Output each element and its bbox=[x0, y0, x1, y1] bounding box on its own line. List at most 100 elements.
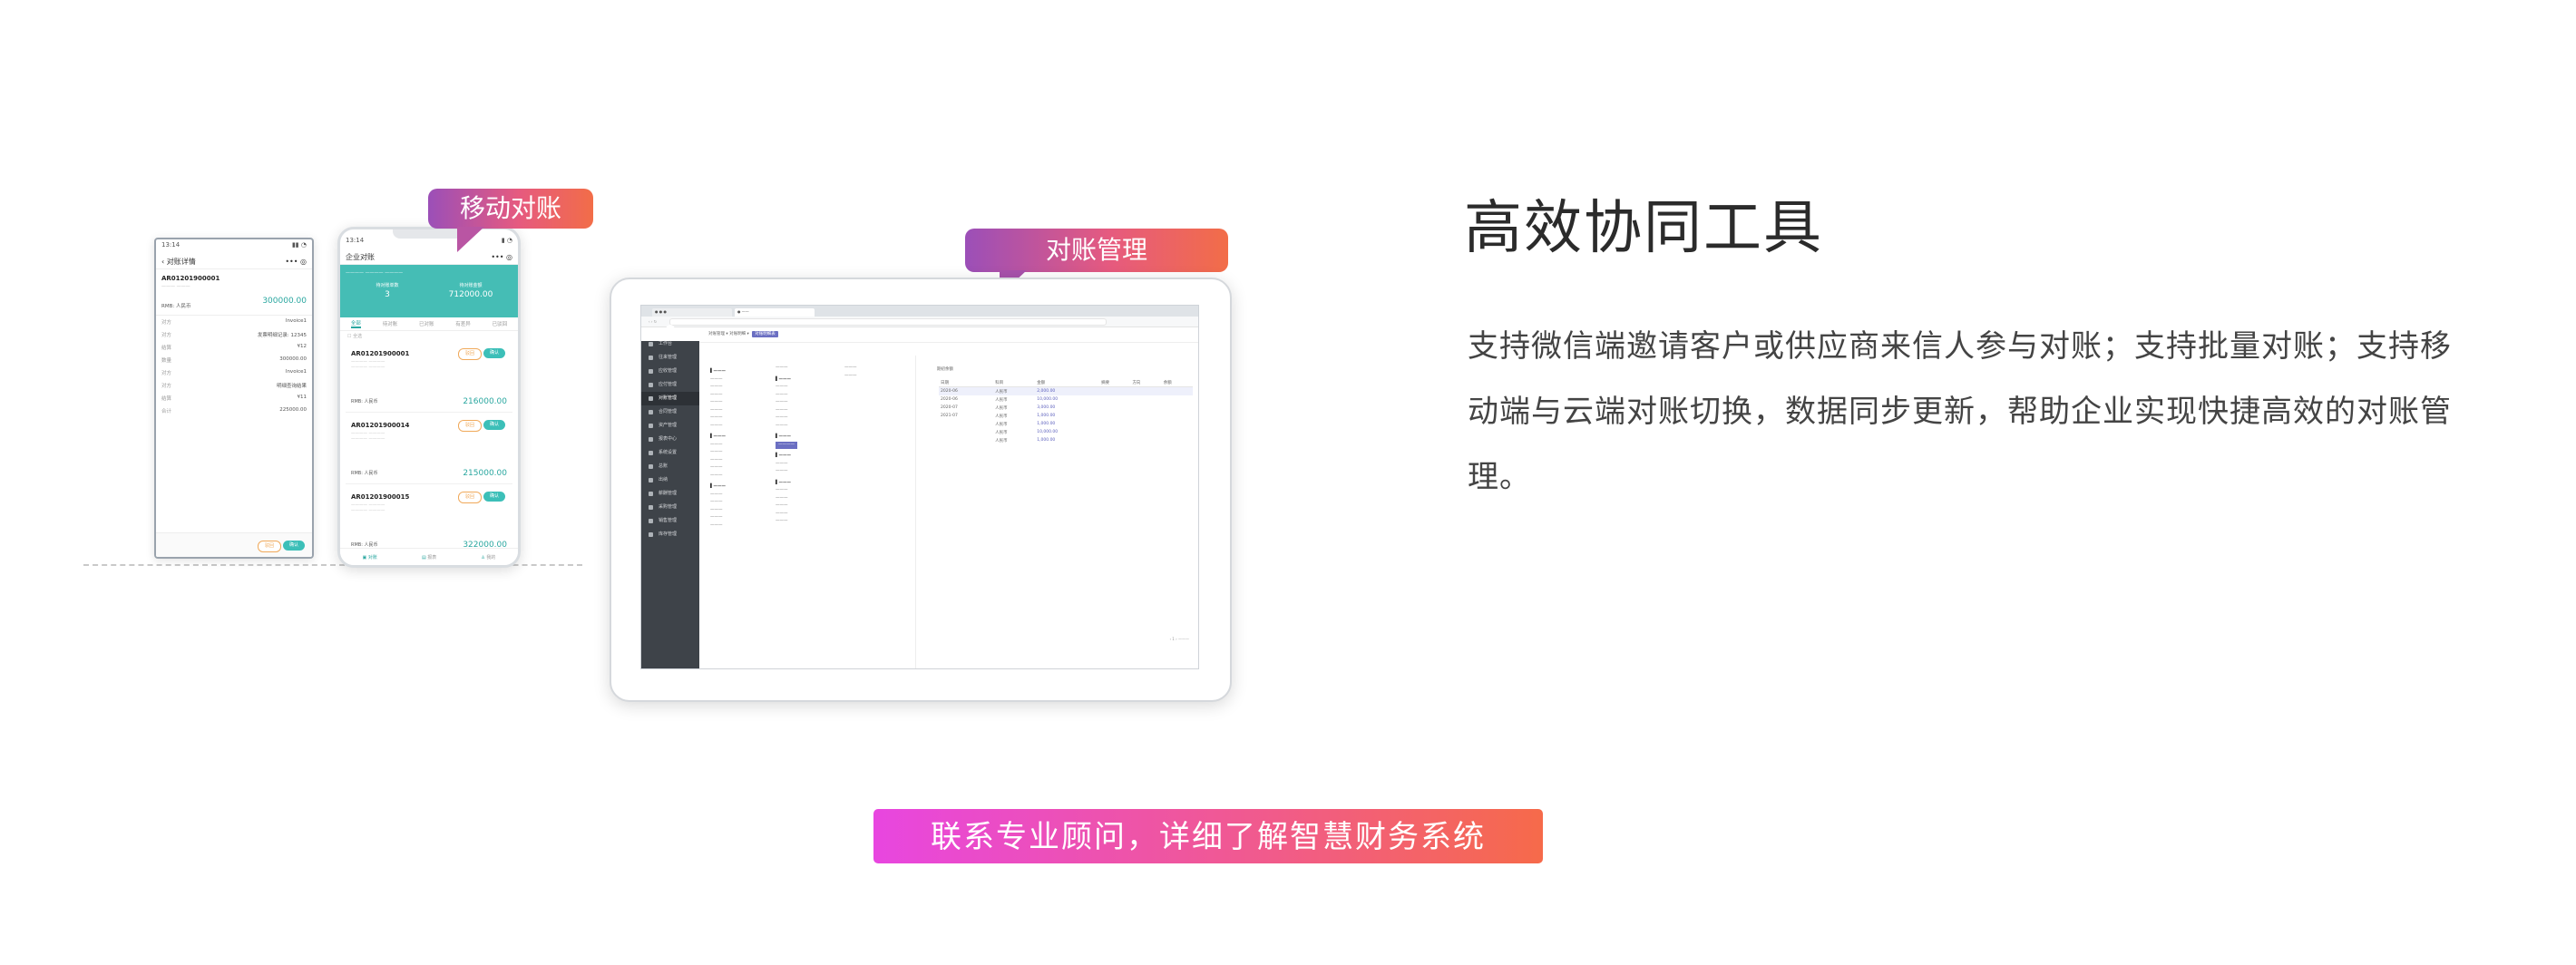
table-row[interactable]: 人民币 10,000.00 bbox=[939, 428, 1193, 436]
bill-card[interactable]: AR01201900015 ———— ———— ———— ———— 驳回 确认 R… bbox=[346, 488, 512, 556]
more-icon[interactable]: ••• ◎ bbox=[491, 253, 512, 261]
bill-amount: 215000.00 bbox=[463, 469, 507, 478]
contact-consultant-button[interactable]: 联系专业顾问，详细了解智慧财务系统 bbox=[873, 809, 1543, 863]
grid-header: 期初余额 bbox=[937, 367, 953, 372]
browser-tabs: ● ● ● ● —— bbox=[641, 306, 1198, 317]
bill-card[interactable]: AR01201900001 ———— ———— ———— ———— 驳回 确认 R… bbox=[346, 345, 512, 413]
action-bar: 驳回 确认 bbox=[156, 532, 312, 557]
bottom-tab-1[interactable]: ▤ 报表 bbox=[422, 554, 436, 560]
confirm-button[interactable]: 确认 bbox=[483, 420, 505, 430]
phone-notch bbox=[393, 229, 465, 239]
tab-2[interactable]: 已对账 bbox=[419, 320, 434, 327]
bill-amount: 216000.00 bbox=[463, 397, 507, 406]
menu-item-selected[interactable]: ———— bbox=[776, 441, 797, 449]
column-header[interactable]: 方向 bbox=[1130, 379, 1162, 387]
sidebar-item[interactable]: 应付管理 bbox=[641, 378, 699, 392]
clipboard-icon: ▣ bbox=[362, 554, 367, 560]
tab-3[interactable]: 有差异 bbox=[455, 320, 471, 327]
sidebar-item[interactable]: 应收管理 bbox=[641, 365, 699, 378]
bill-unit: RMB: 人民币 bbox=[351, 399, 378, 405]
phone-enterprise-reconciliation: 13:14 ▮ ◔ 企业对账 ••• ◎ ———— ———— ———— 待对账单数… bbox=[337, 227, 521, 568]
menu-col-1: ▌——— ——— ——— ——— ——— ——— ——— ——— ▌——— ——— ——— ——— —… bbox=[710, 369, 726, 528]
back-chevron-icon[interactable]: ‹ 对账详情 bbox=[161, 257, 196, 267]
column-header[interactable]: 余额 bbox=[1161, 379, 1193, 387]
mobile-reconciliation-label: 移动对账 bbox=[428, 189, 593, 252]
bill-meta: ———— ———— ———— ———— bbox=[351, 503, 385, 513]
reject-button[interactable]: 驳回 bbox=[458, 348, 482, 360]
nav-bar: 企业对账 ••• ◎ bbox=[340, 249, 518, 265]
sidebar-item[interactable]: 往来管理 bbox=[641, 351, 699, 365]
tab-4[interactable]: 已驳回 bbox=[493, 320, 508, 327]
select-all-checkbox[interactable]: ☐ 全选 bbox=[340, 331, 518, 341]
nav-arrows-icon[interactable]: ‹ › ↻ bbox=[649, 319, 657, 324]
bill-meta: ———— ———— ———— ———— bbox=[351, 432, 385, 442]
table-row[interactable]: 2021-07 人民币 1,000.00 bbox=[939, 412, 1193, 420]
breadcrumb-current[interactable]: 对账明细表 bbox=[752, 331, 778, 337]
nav-bar: ‹ 对账详情 ••• ◎ bbox=[156, 254, 312, 269]
column-header[interactable]: 摘要 bbox=[1099, 379, 1131, 387]
summary-hint: ———— ———— ———— bbox=[346, 270, 404, 276]
section-description: 支持微信端邀请客户或供应商来信人参与对账；支持批量对账；支持移动端与云端对账切换… bbox=[1468, 328, 2452, 495]
detail-row: 对方 Invoice1 bbox=[161, 369, 307, 376]
sidebar-item[interactable]: 系统设置 bbox=[641, 446, 699, 460]
phone-reconciliation-detail: 13:14 ▮▮ ◔ ‹ 对账详情 ••• ◎ AR01201900001 ———… bbox=[154, 238, 314, 559]
browser-tab-active[interactable]: ● —— bbox=[735, 308, 815, 317]
sidebar-item[interactable]: 采购管理 bbox=[641, 501, 699, 514]
sidebar-item[interactable]: 销售管理 bbox=[641, 514, 699, 528]
app-header: 对账管理 ▾ 对账明细 ▾ 对账明细表 bbox=[641, 327, 1198, 343]
doc-meta: ——— ——— bbox=[161, 284, 190, 289]
address-input[interactable] bbox=[669, 317, 1107, 326]
section-title: 高效协同工具 bbox=[1464, 195, 1823, 262]
web-app-screen: ● ● ● ● —— ‹ › ↻ 对账管理 ▾ 对账明细 ▾ 对账明细表 工作台… bbox=[640, 305, 1199, 669]
confirm-button[interactable]: 确认 bbox=[483, 348, 505, 358]
summary-panel: ———— ———— ———— 待对账单数 3 待对账金额 712000.00 bbox=[340, 265, 518, 317]
detail-row: 结算 ¥11 bbox=[161, 395, 307, 402]
pending-amount: 待对账金额 712000.00 bbox=[448, 283, 493, 299]
table-row[interactable]: 人民币 1,000.00 bbox=[939, 436, 1193, 444]
sidebar-item[interactable]: 对账管理 bbox=[641, 392, 699, 405]
sidebar-item[interactable]: 库存管理 bbox=[641, 528, 699, 541]
reject-button[interactable]: 驳回 bbox=[458, 492, 482, 503]
column-header[interactable]: 科目 bbox=[993, 379, 1036, 387]
sidebar-item[interactable]: 报表中心 bbox=[641, 433, 699, 446]
doc-header: AR01201900001 ——— ——— 300000.00 RMB: 人民币 bbox=[156, 269, 312, 316]
detail-row: 结算 ¥12 bbox=[161, 344, 307, 351]
more-icon[interactable]: ••• ◎ bbox=[285, 258, 307, 266]
bottom-tab-0[interactable]: ▣ 对账 bbox=[363, 554, 377, 560]
battery-icon: ▮ ◔ bbox=[501, 237, 512, 244]
browser-tab[interactable]: ● ● ● bbox=[652, 308, 732, 317]
tab-0[interactable]: 全部 bbox=[350, 319, 361, 328]
detail-row: 对方 发票明细记录: 12345 bbox=[161, 333, 307, 338]
doc-rows: 对方 Invoice1 对方 发票明细记录: 12345 结算 ¥12 数量 300000.0… bbox=[156, 316, 312, 417]
table-row[interactable]: 人民币 1,000.00 bbox=[939, 420, 1193, 428]
table-row[interactable]: 2020-07 人民币 3,000.00 bbox=[939, 404, 1193, 412]
chart-icon: ▤ bbox=[421, 554, 426, 560]
detail-row: 数量 300000.00 bbox=[161, 356, 307, 364]
column-header[interactable]: 日期 bbox=[939, 379, 994, 387]
sidebar: 工作台 往来管理 应收管理 应付管理 对账管理 合同管理 资产管理 报表中心 系统设置 总账 出纳薪… bbox=[641, 325, 699, 668]
pagination[interactable]: ‹ 1 › ——— bbox=[1169, 637, 1189, 641]
bill-meta: ———— ———— ———— ———— bbox=[351, 360, 385, 370]
table-row[interactable]: 2020-06 人民币 10,000.00 bbox=[939, 395, 1193, 404]
status-tabs: 全部 待对账 已对账 有差异 已驳回 bbox=[340, 317, 518, 331]
sidebar-item[interactable]: 工作台 bbox=[641, 337, 699, 351]
sidebar-item[interactable]: 薪酬管理 bbox=[641, 487, 699, 501]
confirm-button[interactable]: 确认 bbox=[283, 541, 305, 551]
column-header[interactable]: 金额 bbox=[1035, 379, 1100, 387]
sidebar-item[interactable]: 资产管理 bbox=[641, 419, 699, 433]
sidebar-item[interactable]: 合同管理 bbox=[641, 405, 699, 419]
confirm-button[interactable]: 确认 bbox=[483, 492, 505, 502]
pending-count: 待对账单数 3 bbox=[376, 283, 399, 299]
table-row[interactable]: 2020-06 人民币 2,000.00 bbox=[939, 386, 1193, 395]
doc-amount: 300000.00 bbox=[262, 297, 307, 306]
browser-address-bar: ‹ › ↻ bbox=[641, 317, 1198, 327]
signal-icon: ▮▮ ◔ bbox=[291, 241, 307, 249]
reject-button[interactable]: 驳回 bbox=[258, 541, 281, 552]
breadcrumb: 对账管理 ▾ 对账明细 ▾ 对账明细表 bbox=[708, 331, 778, 337]
sidebar-item[interactable]: 出纳 bbox=[641, 473, 699, 487]
bottom-tab-2[interactable]: ♙ 我的 bbox=[481, 554, 495, 560]
reject-button[interactable]: 驳回 bbox=[458, 420, 482, 432]
tab-1[interactable]: 待对账 bbox=[383, 320, 398, 327]
sidebar-item[interactable]: 总账 bbox=[641, 460, 699, 473]
bill-card[interactable]: AR01201900014 ———— ———— ———— ———— 驳回 确认 R… bbox=[346, 416, 512, 484]
